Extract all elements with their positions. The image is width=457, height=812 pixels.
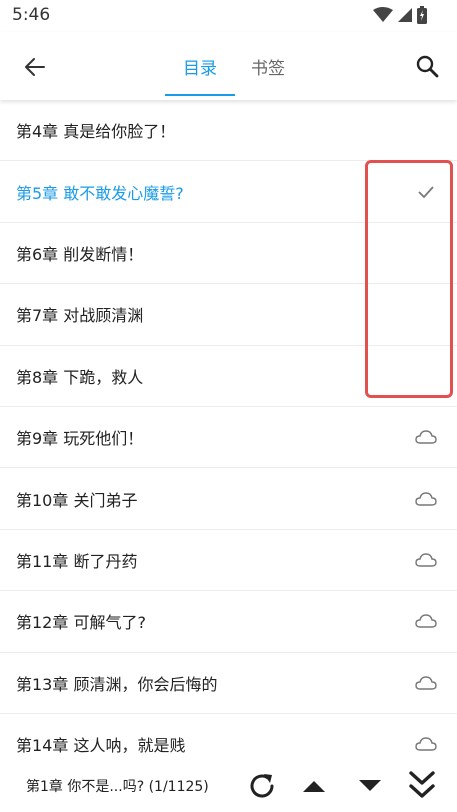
chapter-item[interactable]: 第12章 可解气了? — [0, 591, 457, 653]
chapter-item[interactable]: 第13章 顾清渊，你会后悔的 — [0, 653, 457, 714]
tab-bookmarks[interactable]: 书签 — [233, 32, 303, 100]
cloud-icon — [415, 491, 437, 507]
tab-catalog[interactable]: 目录 — [165, 32, 235, 100]
chapter-item[interactable]: 第6章 削发断情！ — [0, 223, 457, 285]
refresh-button[interactable] — [244, 768, 280, 804]
scroll-to-bottom-button[interactable] — [404, 768, 440, 804]
status-bar: 5:46 — [0, 0, 457, 32]
refresh-icon — [250, 774, 274, 798]
cloud-icon — [415, 429, 437, 445]
chapter-item[interactable]: 第10章 关门弟子 — [0, 468, 457, 530]
scroll-down-button[interactable] — [352, 768, 388, 804]
tab-bar: 目录 书签 — [165, 32, 303, 100]
chapter-title: 第6章 削发断情！ — [16, 244, 144, 264]
chapter-title: 第9章 玩死他们！ — [16, 429, 144, 449]
status-time: 5:46 — [12, 5, 51, 25]
app-bar: 目录 书签 — [0, 32, 457, 100]
cloud-icon — [415, 613, 437, 629]
current-chapter-label[interactable]: 第1章 你不是...吗? (1/1125) — [26, 776, 209, 796]
chapter-title: 第14章 这人呐，就是贱 — [16, 736, 186, 756]
chapter-title: 第13章 顾清渊，你会后悔的 — [16, 674, 218, 694]
chapter-title: 第11章 断了丹药 — [16, 551, 138, 571]
scroll-to-bottom-icon — [409, 771, 435, 798]
arrow-left-icon — [25, 58, 45, 76]
chapter-title: 第8章 下跪，救人 — [16, 367, 144, 387]
wifi-icon — [373, 7, 393, 27]
cloud-icon — [415, 552, 437, 568]
search-icon — [416, 55, 439, 78]
scroll-up-button[interactable] — [296, 768, 332, 804]
chapter-title: 第7章 对战顾清渊 — [16, 306, 144, 326]
scroll-up-icon — [303, 781, 325, 792]
chapter-item[interactable]: 第4章 真是给你脸了！ — [0, 100, 457, 162]
chapter-item[interactable]: 第11章 断了丹药 — [0, 530, 457, 592]
scroll-down-icon — [359, 780, 381, 791]
chapter-title: 第12章 可解气了? — [16, 613, 146, 633]
battery-icon — [417, 6, 427, 28]
chapter-title: 第10章 关门弟子 — [16, 490, 138, 510]
check-icon — [415, 184, 437, 200]
chapter-item[interactable]: 第9章 玩死他们！ — [0, 407, 457, 469]
signal-icon — [397, 7, 413, 27]
cloud-icon — [415, 675, 437, 691]
cloud-icon — [415, 736, 437, 752]
chapter-item-current[interactable]: 第5章 敢不敢发心魔誓? — [0, 161, 457, 223]
chapter-title: 第5章 敢不敢发心魔誓? — [16, 183, 184, 203]
bottom-bar: 第1章 你不是...吗? (1/1125) — [0, 760, 457, 812]
chapter-list: 第4章 真是给你脸了！ 第5章 敢不敢发心魔誓? 第6章 削发断情！ 第7章 对… — [0, 100, 457, 776]
back-button[interactable] — [20, 52, 50, 82]
chapter-title: 第4章 真是给你脸了！ — [16, 122, 176, 142]
chapter-item[interactable]: 第7章 对战顾清渊 — [0, 284, 457, 346]
status-icons — [373, 6, 427, 28]
chapter-item[interactable]: 第8章 下跪，救人 — [0, 346, 457, 407]
search-button[interactable] — [413, 52, 441, 80]
